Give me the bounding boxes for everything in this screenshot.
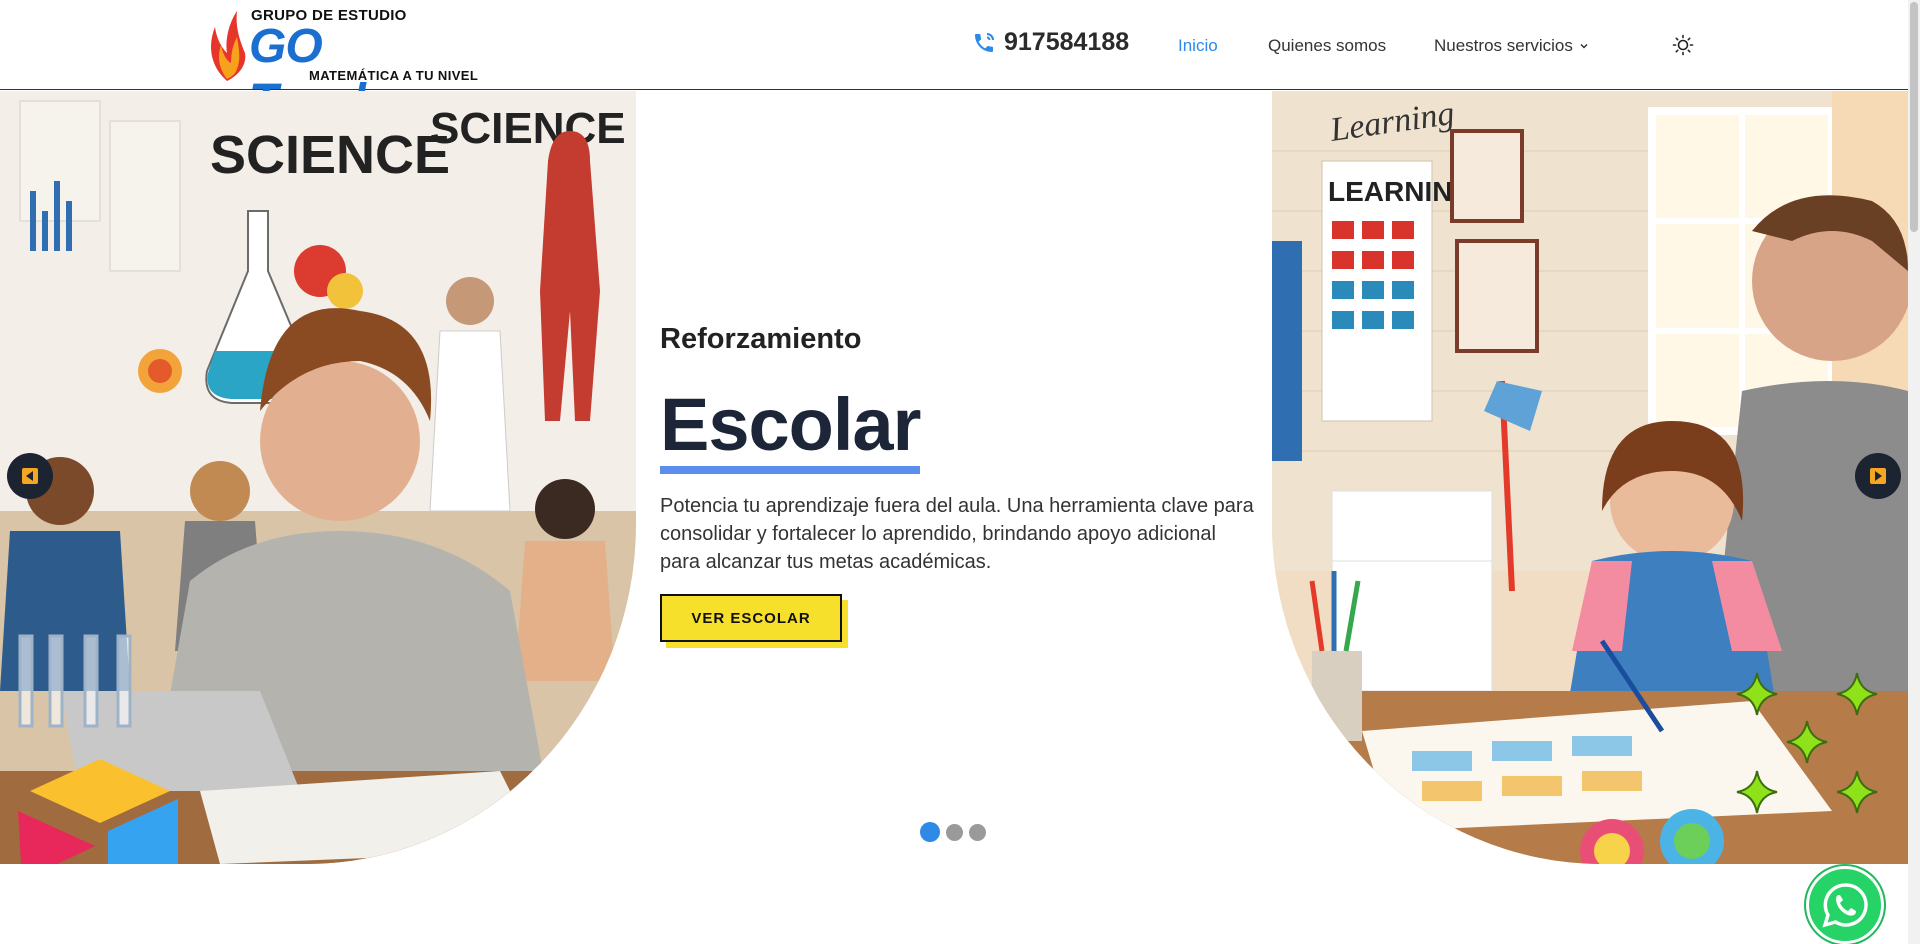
phone-icon xyxy=(975,32,994,52)
hero-slider: SCIENCE SCIENCE Learning LEARNING Reforz… xyxy=(0,91,1908,864)
logo-sub-text: MATEMÁTICA A TU NIVEL xyxy=(309,68,479,83)
hero-description: Potencia tu aprendizaje fuera del aula. … xyxy=(660,495,1254,573)
nav-home[interactable]: Inicio xyxy=(1178,36,1218,56)
nav-services[interactable]: Nuestros servicios xyxy=(1434,36,1589,56)
whatsapp-icon xyxy=(1822,883,1868,928)
phone-link[interactable]: 917584188 xyxy=(972,28,1129,57)
science-label-2: SCIENCE xyxy=(430,104,626,153)
arrow-left-icon xyxy=(22,468,38,484)
page-scrollbar[interactable] xyxy=(1908,0,1920,944)
slider-dot-3[interactable] xyxy=(969,823,986,841)
slider-dot-1[interactable] xyxy=(920,822,940,842)
arrow-right-icon xyxy=(1870,468,1886,484)
sparkle-icon xyxy=(509,790,601,864)
hero-title: Escolar xyxy=(660,384,921,474)
logo[interactable]: GRUPO DE ESTUDIO GO Teacher MATEMÁTICA A… xyxy=(205,5,505,128)
slider-pagination xyxy=(920,822,986,842)
site-header: GRUPO DE ESTUDIO GO Teacher MATEMÁTICA A… xyxy=(0,0,1908,128)
page: GRUPO DE ESTUDIO GO Teacher MATEMÁTICA A… xyxy=(0,0,1920,944)
slider-next-button[interactable] xyxy=(1855,453,1901,499)
slider-prev-button[interactable] xyxy=(7,453,53,499)
ver-escolar-button[interactable]: VER ESCOLAR xyxy=(660,594,842,642)
slider-dot-2[interactable] xyxy=(946,823,963,841)
whatsapp-button[interactable] xyxy=(1806,866,1884,944)
chevron-down-icon xyxy=(1580,43,1588,49)
nav-services-label: Nuestros servicios xyxy=(1434,36,1573,55)
phone-number: 917584188 xyxy=(1004,28,1130,56)
nav-about[interactable]: Quienes somos xyxy=(1268,36,1386,56)
cta-wrapper: VER ESCOLAR xyxy=(660,594,848,648)
classroom-illustration: SCIENCE SCIENCE xyxy=(0,91,636,864)
hero-image-left: SCIENCE SCIENCE xyxy=(0,91,636,864)
hero-image-right: Learning LEARNING xyxy=(1272,91,1908,864)
hero-subtitle: Reforzamiento xyxy=(660,323,862,355)
science-label-1: SCIENCE xyxy=(210,125,450,185)
homework-illustration: Learning LEARNING xyxy=(1272,91,1908,864)
scrollbar-thumb[interactable] xyxy=(1910,2,1918,232)
flame-logo-icon xyxy=(211,11,246,81)
hero-content: Reforzamiento Escolar Potencia tu aprend… xyxy=(660,323,1260,648)
sun-icon[interactable] xyxy=(1672,34,1694,56)
